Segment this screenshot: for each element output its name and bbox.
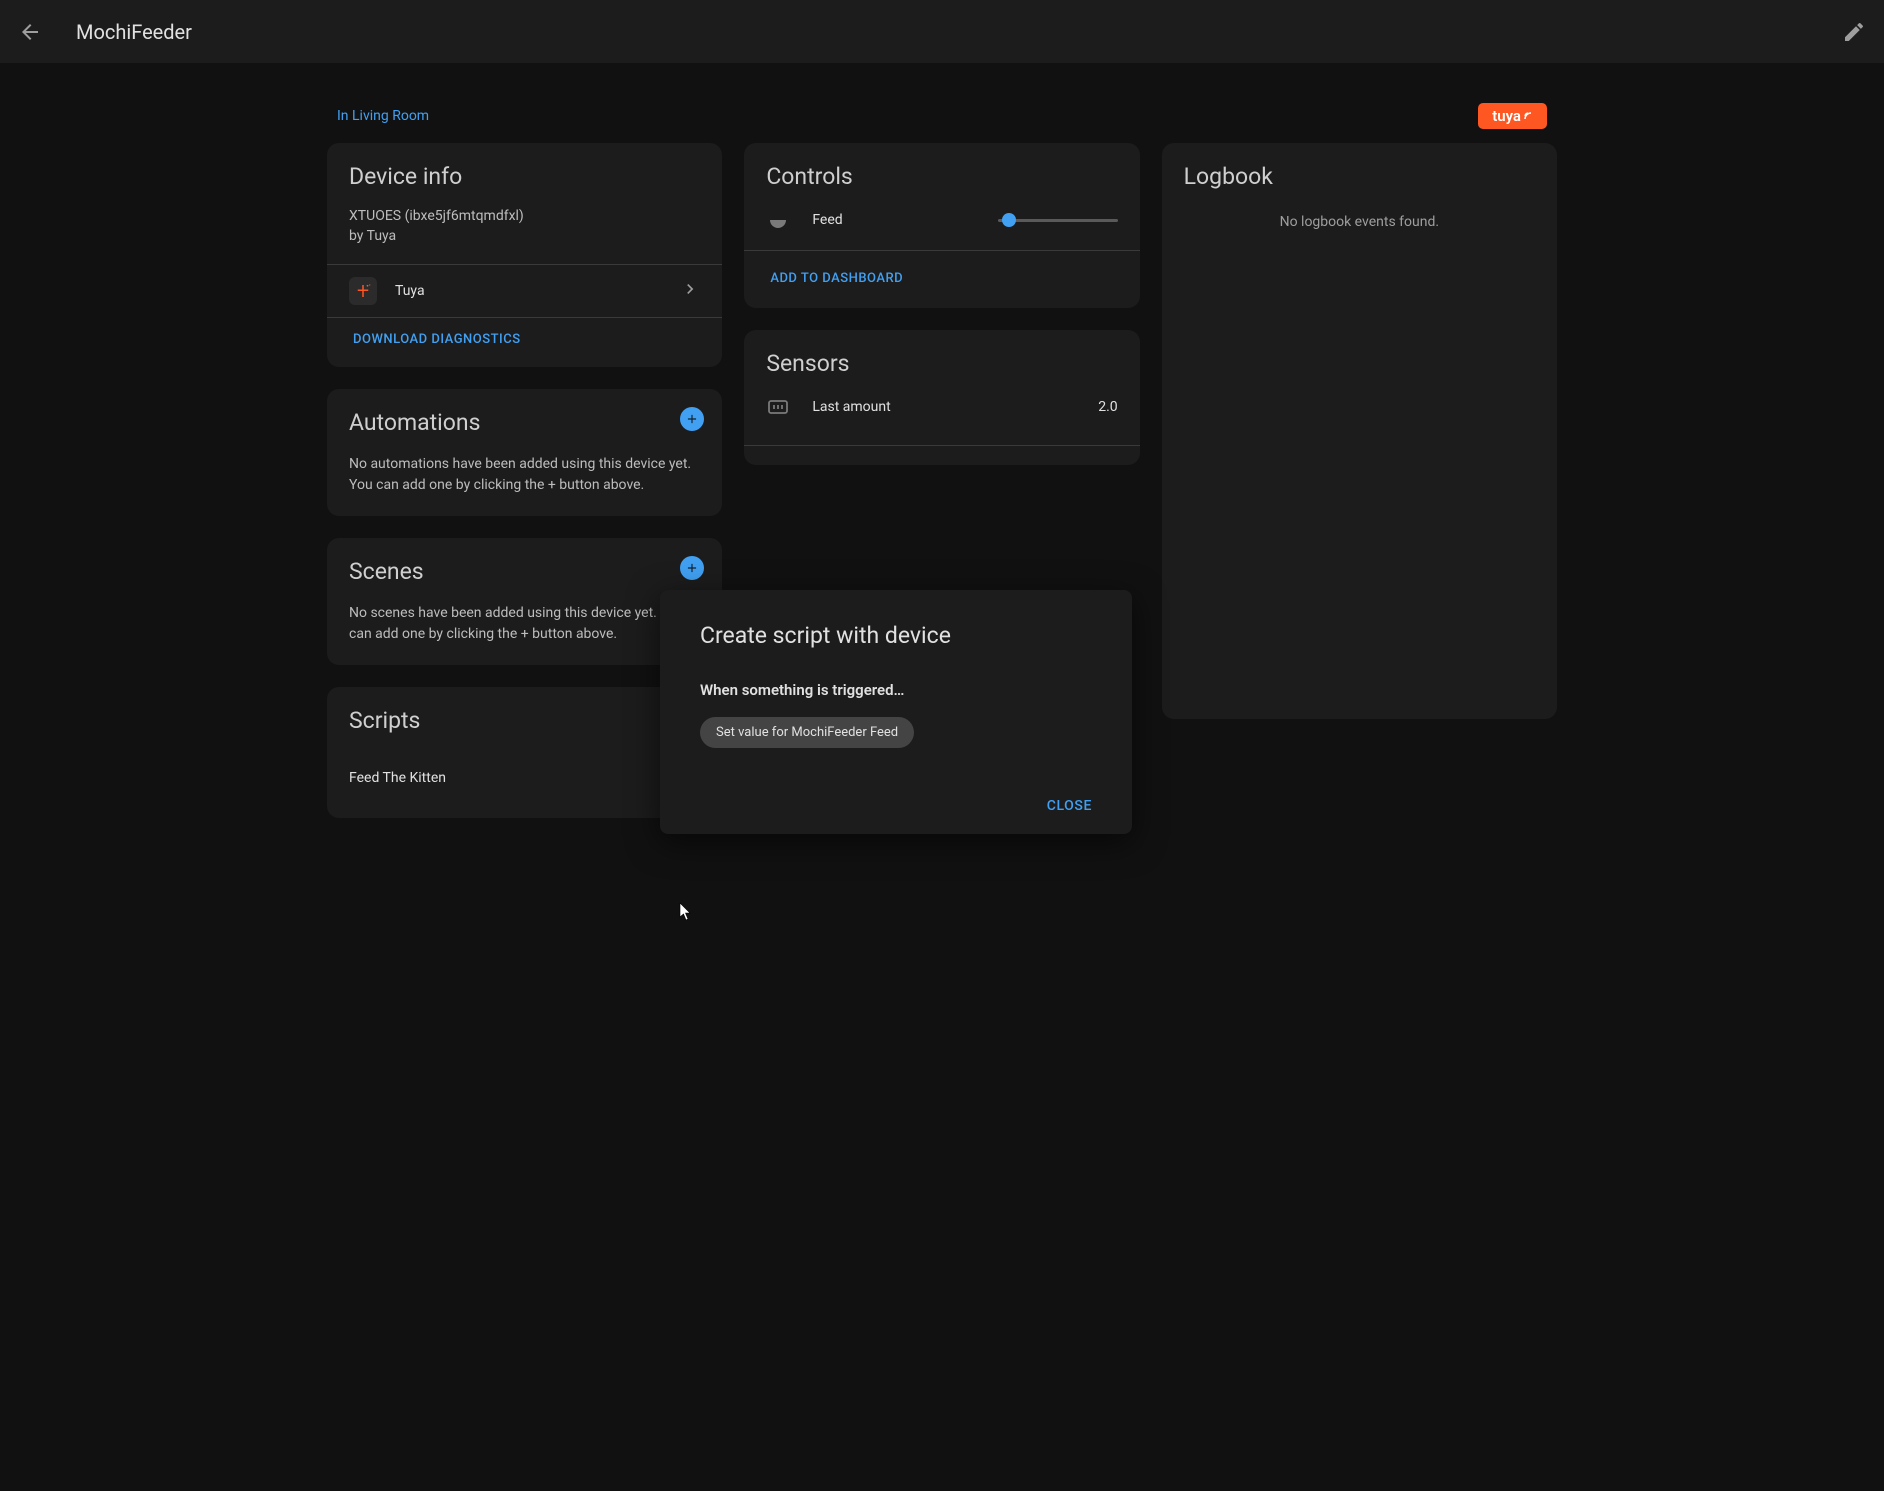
sensor-label: Last amount xyxy=(812,399,1098,415)
back-arrow-icon[interactable] xyxy=(18,20,42,44)
top-row: In Living Room tuya xyxy=(327,103,1557,129)
create-script-dialog: Create script with device When something… xyxy=(660,590,1132,834)
trigger-chip[interactable]: Set value for MochiFeeder Feed xyxy=(700,717,914,748)
integration-row[interactable]: Tuya xyxy=(327,264,722,318)
brand-badge-label: tuya xyxy=(1492,107,1521,125)
scenes-title: Scenes xyxy=(349,558,700,585)
feed-label: Feed xyxy=(812,212,842,228)
topbar: MochiFeeder xyxy=(0,0,1884,63)
integration-label: Tuya xyxy=(395,283,680,299)
cursor-icon xyxy=(679,903,695,919)
chevron-right-icon xyxy=(680,279,700,303)
device-info-card: Device info XTUOES (ibxe5jf6mtqmdfxl) by… xyxy=(327,143,722,367)
sensors-add-dashboard-row: ADD TO DASHBOARD xyxy=(744,445,1139,465)
brand-badge: tuya xyxy=(1478,103,1547,129)
controls-add-dashboard-row: ADD TO DASHBOARD xyxy=(744,250,1139,302)
slider-track xyxy=(998,219,1118,222)
add-scene-button[interactable] xyxy=(680,556,704,580)
dialog-actions: CLOSE xyxy=(700,798,1092,814)
device-info-title: Device info xyxy=(349,163,700,190)
add-automation-button[interactable] xyxy=(680,407,704,431)
feed-slider[interactable] xyxy=(998,219,1118,222)
column-2: Controls Feed ADD TO DASHBOAR xyxy=(744,143,1139,465)
dialog-title: Create script with device xyxy=(700,622,1092,649)
sensor-row: Last amount 2.0 xyxy=(766,395,1117,419)
pencil-icon[interactable] xyxy=(1842,20,1866,44)
page-title: MochiFeeder xyxy=(76,20,192,44)
logbook-card: Logbook No logbook events found. xyxy=(1162,143,1557,719)
sensors-title: Sensors xyxy=(766,350,1117,377)
logbook-title: Logbook xyxy=(1184,163,1535,190)
automations-empty-text: No automations have been added using thi… xyxy=(349,454,700,496)
sensors-card: Sensors Last amount 2.0 ADD TO DASHBOARD xyxy=(744,330,1139,465)
controls-card: Controls Feed ADD TO DASHBOAR xyxy=(744,143,1139,308)
automations-title: Automations xyxy=(349,409,700,436)
device-manufacturer: by Tuya xyxy=(349,228,700,244)
script-label: Feed The Kitten xyxy=(349,770,680,786)
feed-control-row: Feed xyxy=(766,208,1117,232)
scenes-empty-text: No scenes have been added using this dev… xyxy=(349,603,700,645)
slider-thumb[interactable] xyxy=(1002,213,1016,227)
download-diagnostics-link[interactable]: DOWNLOAD DIAGNOSTICS xyxy=(353,332,700,347)
bowl-icon xyxy=(766,208,790,232)
scripts-title: Scripts xyxy=(349,707,700,734)
location-link[interactable]: In Living Room xyxy=(337,108,429,124)
automations-card: Automations No automations have been add… xyxy=(327,389,722,516)
add-to-dashboard-link[interactable]: ADD TO DASHBOARD xyxy=(770,271,903,286)
tuya-logo-icon xyxy=(349,277,377,305)
column-3: Logbook No logbook events found. xyxy=(1162,143,1557,719)
dialog-subtitle: When something is triggered… xyxy=(700,681,1092,699)
counter-icon xyxy=(766,395,790,419)
device-model: XTUOES (ibxe5jf6mtqmdfxl) xyxy=(349,208,700,224)
sensor-value: 2.0 xyxy=(1098,399,1117,415)
controls-title: Controls xyxy=(766,163,1117,190)
dialog-close-button[interactable]: CLOSE xyxy=(1047,798,1092,814)
logbook-empty-text: No logbook events found. xyxy=(1184,214,1535,230)
